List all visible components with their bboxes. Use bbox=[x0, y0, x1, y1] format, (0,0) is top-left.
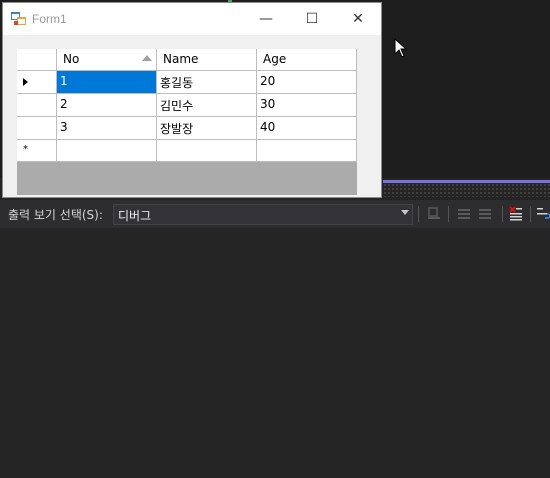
form1-window[interactable]: Form1 — ☐ ✕ No Name Age 1 홍길동 20 2 김민수 3… bbox=[2, 2, 382, 198]
column-header-label: No bbox=[63, 52, 80, 66]
new-row-asterisk-icon: * bbox=[23, 144, 28, 155]
column-header-label: Age bbox=[263, 52, 287, 66]
new-row-header[interactable]: * bbox=[17, 140, 57, 162]
minimize-icon: — bbox=[259, 11, 273, 27]
new-row-cell-name[interactable] bbox=[157, 140, 257, 162]
column-header-name[interactable]: Name bbox=[157, 49, 257, 71]
clear-all-icon[interactable] bbox=[508, 205, 524, 221]
close-button[interactable]: ✕ bbox=[335, 3, 381, 35]
toolbar-separator bbox=[418, 206, 419, 222]
row-header[interactable] bbox=[17, 71, 57, 94]
go-to-previous-icon[interactable] bbox=[456, 205, 472, 221]
form-client-area: No Name Age 1 홍길동 20 2 김민수 30 3 장발장 40 * bbox=[3, 35, 381, 197]
grid-cell-name[interactable]: 김민수 bbox=[157, 94, 257, 117]
column-header-no[interactable]: No bbox=[57, 49, 157, 71]
toolbar-separator bbox=[448, 206, 449, 222]
new-row-cell-no[interactable] bbox=[57, 140, 157, 162]
new-row-cell-age[interactable] bbox=[257, 140, 357, 162]
grid-cell-name[interactable]: 장발장 bbox=[157, 117, 257, 140]
output-source-dropdown[interactable]: 디버그 bbox=[113, 204, 413, 225]
go-to-next-icon[interactable] bbox=[477, 205, 493, 221]
output-source-label: 출력 보기 선택(S): bbox=[8, 208, 103, 222]
maximize-button[interactable]: ☐ bbox=[289, 3, 335, 35]
window-titlebar[interactable]: Form1 — ☐ ✕ bbox=[3, 3, 381, 35]
window-title: Form1 bbox=[32, 12, 67, 26]
grid-cell-no[interactable]: 1 bbox=[57, 71, 157, 94]
chevron-down-icon bbox=[401, 210, 409, 215]
toolbar-separator bbox=[502, 206, 503, 222]
app-form-icon bbox=[11, 12, 26, 25]
row-header[interactable] bbox=[17, 117, 57, 140]
close-icon: ✕ bbox=[352, 11, 364, 27]
grid-cell-age[interactable]: 40 bbox=[257, 117, 357, 140]
maximize-icon: ☐ bbox=[305, 11, 319, 27]
word-wrap-icon[interactable] bbox=[536, 205, 550, 221]
column-header-age[interactable]: Age bbox=[257, 49, 357, 71]
minimize-button[interactable]: — bbox=[243, 3, 289, 35]
row-header[interactable] bbox=[17, 94, 57, 117]
find-message-icon[interactable] bbox=[426, 205, 442, 221]
grid-cell-age[interactable]: 30 bbox=[257, 94, 357, 117]
data-grid-view[interactable]: No Name Age 1 홍길동 20 2 김민수 30 3 장발장 40 * bbox=[17, 49, 357, 195]
current-row-pointer-icon bbox=[23, 78, 28, 86]
grid-cell-no[interactable]: 3 bbox=[57, 117, 157, 140]
output-toolbar: 출력 보기 선택(S): 디버그 bbox=[0, 200, 550, 228]
grid-cell-no[interactable]: 2 bbox=[57, 94, 157, 117]
toolbar-separator bbox=[530, 206, 531, 222]
grid-cell-name[interactable]: 홍길동 bbox=[157, 71, 257, 94]
output-source-value: 디버그 bbox=[118, 209, 152, 223]
grid-top-left-header[interactable] bbox=[17, 49, 57, 71]
mouse-pointer-icon bbox=[394, 38, 408, 58]
column-header-label: Name bbox=[163, 52, 199, 66]
grid-cell-age[interactable]: 20 bbox=[257, 71, 357, 94]
sort-ascending-icon bbox=[142, 55, 152, 61]
ide-panel-grip[interactable] bbox=[383, 183, 550, 197]
